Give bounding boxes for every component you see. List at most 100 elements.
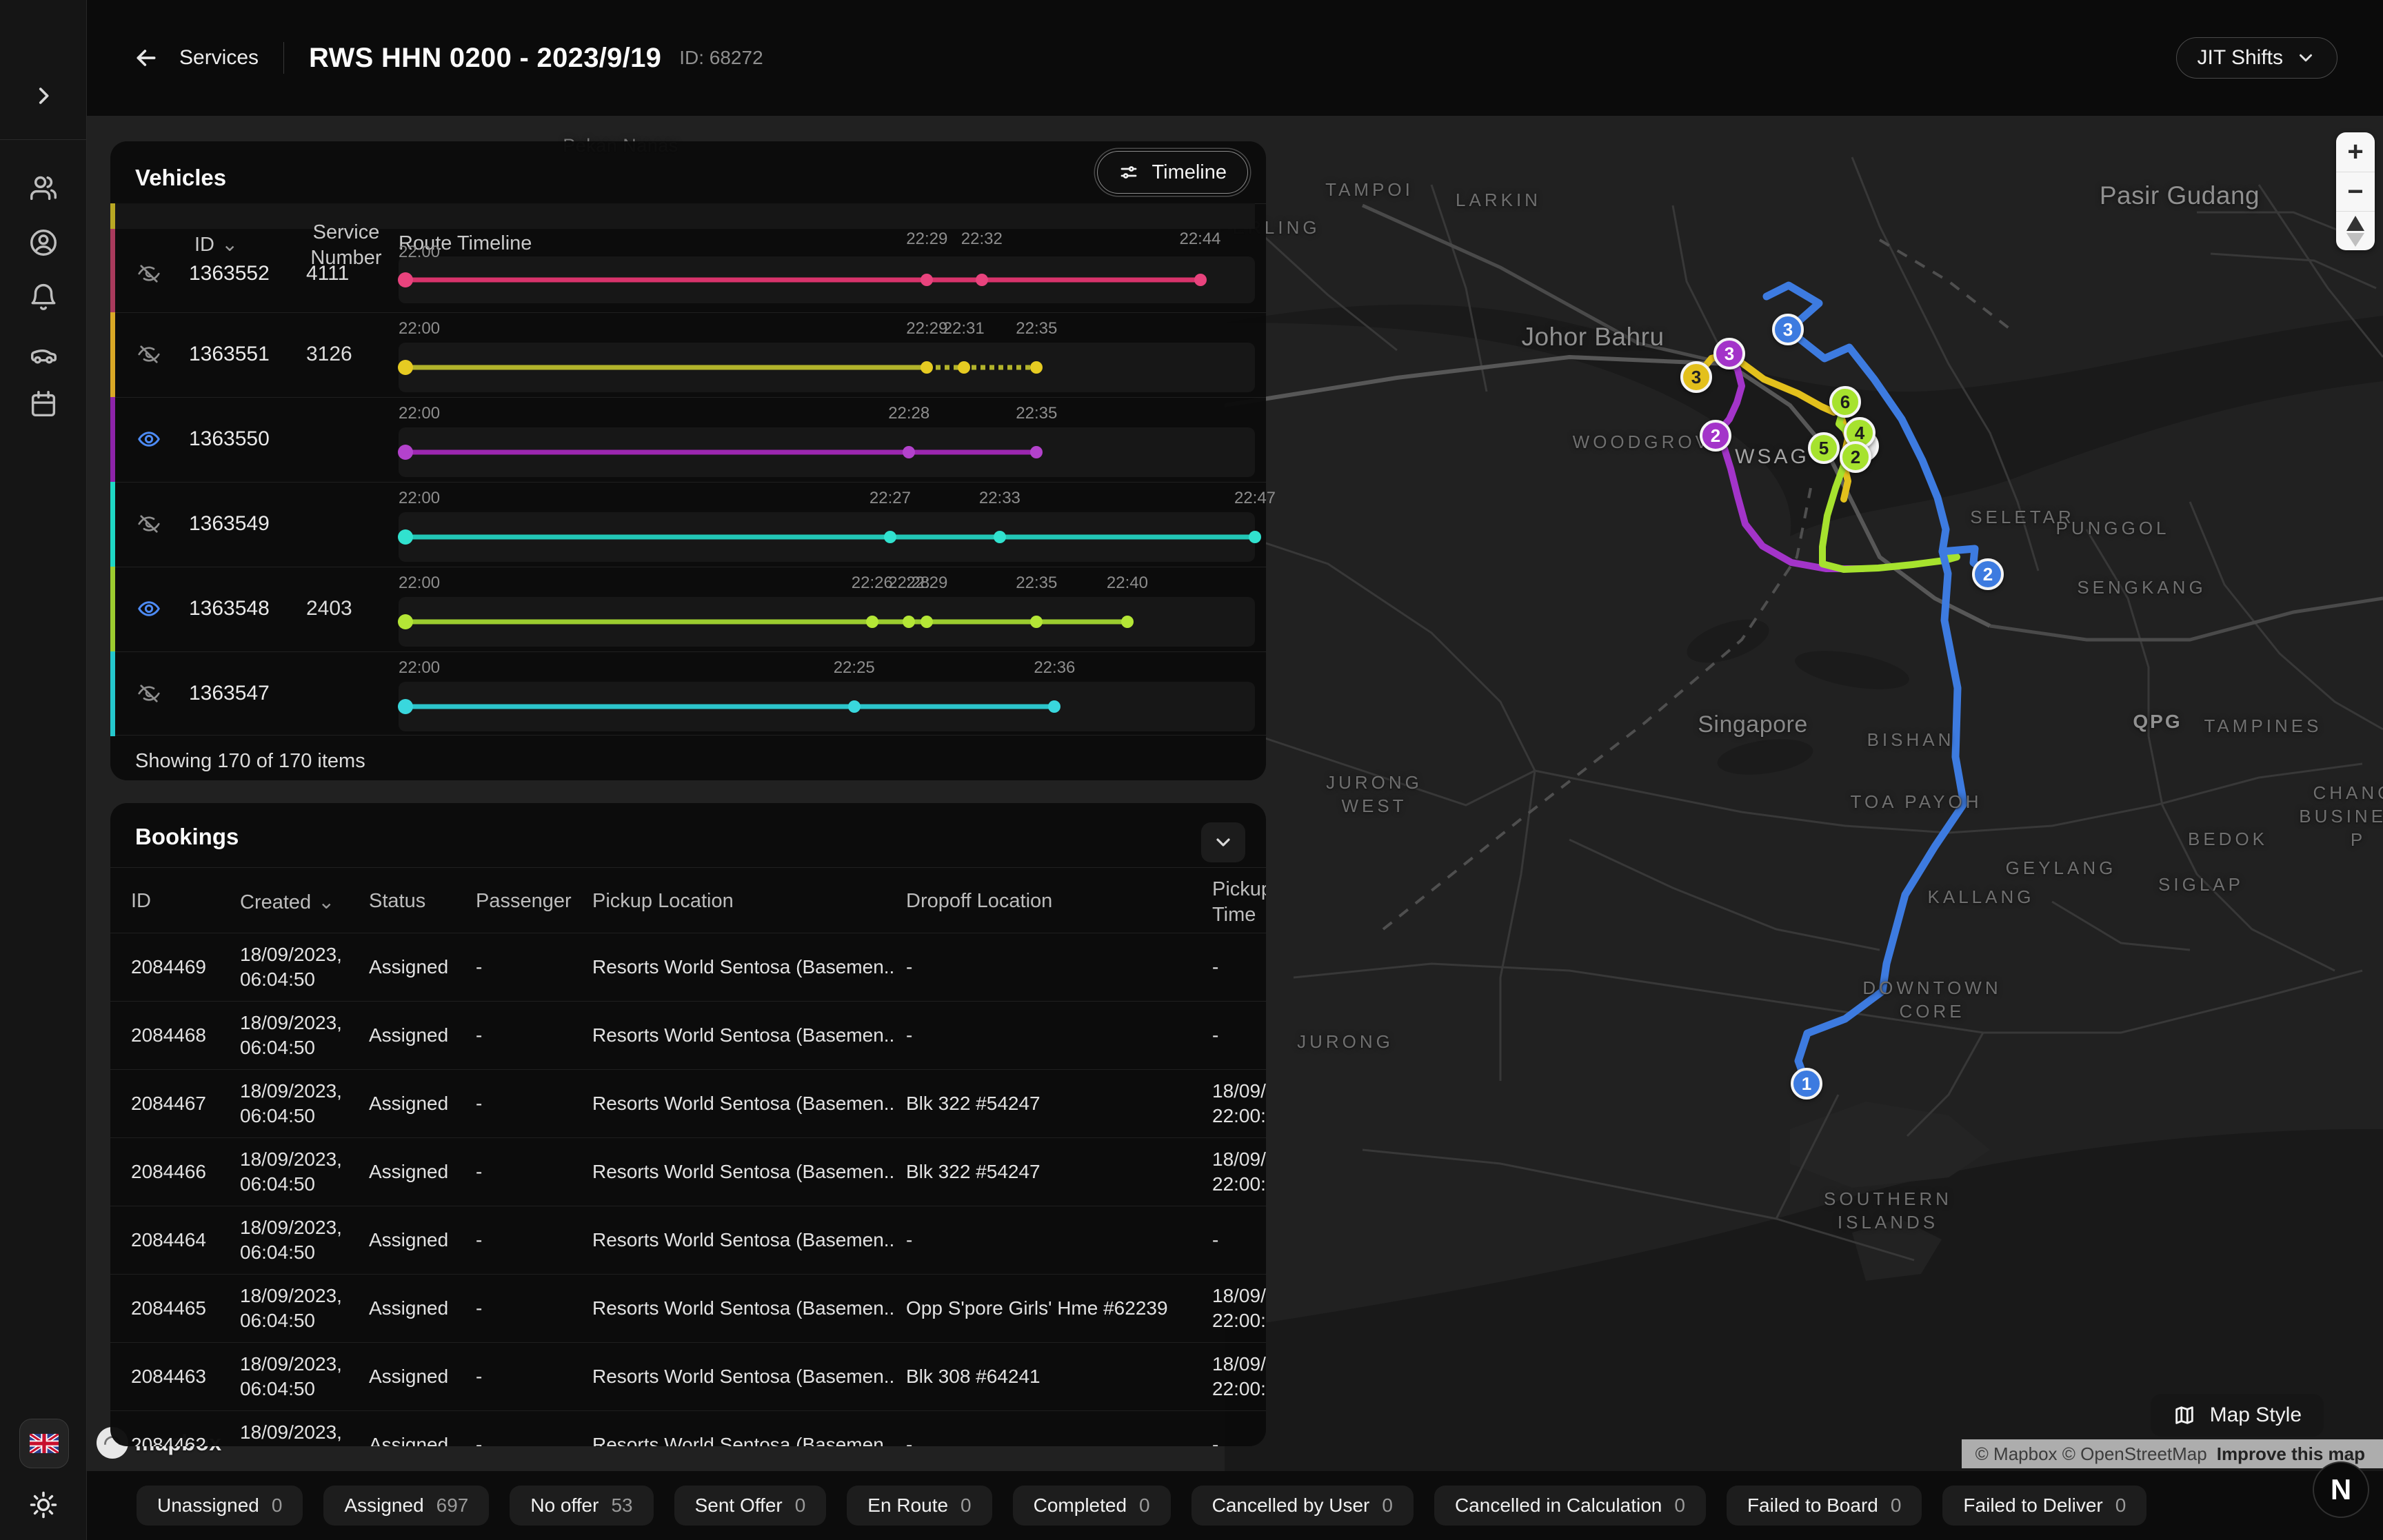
timeline-stop-dot[interactable] (903, 616, 915, 628)
map-style-button[interactable]: Map Style (2151, 1394, 2324, 1437)
timeline-stop-dot[interactable] (1030, 446, 1043, 458)
timeline-view-toggle[interactable]: Timeline (1097, 151, 1248, 194)
back-button[interactable] (132, 44, 160, 72)
timeline-stop-dot[interactable] (921, 361, 933, 374)
timeline-stop-dot[interactable] (866, 616, 878, 628)
status-pill-en-route[interactable]: En Route0 (847, 1486, 992, 1526)
booking-row[interactable]: 2084468Assigned-Resorts World Sentosa (B… (110, 1001, 1266, 1069)
nextjs-dev-badge[interactable]: N (2313, 1461, 2369, 1518)
status-pill-failed-to-deliver[interactable]: Failed to Deliver0 (1942, 1486, 2146, 1526)
status-pill-failed-to-board[interactable]: Failed to Board0 (1727, 1486, 1922, 1526)
timeline-stop-dot[interactable] (976, 274, 988, 286)
booking-created: 18/09/2023,06:04:50 (240, 1011, 342, 1060)
route-stop-marker-2[interactable]: 2 (1840, 441, 1871, 473)
booking-row[interactable]: 2084469Assigned-Resorts World Sentosa (B… (110, 933, 1266, 1001)
timeline-time-label: 22:47 (1234, 489, 1276, 508)
booking-row[interactable]: 2084464Assigned-Resorts World Sentosa (B… (110, 1206, 1266, 1274)
booking-row[interactable]: 2084466Assigned-Resorts World Sentosa (B… (110, 1137, 1266, 1206)
booking-row[interactable]: 2084465Assigned-Resorts World Sentosa (B… (110, 1274, 1266, 1342)
route-stop-marker-3[interactable]: 3 (1772, 314, 1804, 345)
route-timeline-track (399, 427, 1255, 477)
zoom-in-button[interactable]: + (2336, 132, 2375, 172)
theme-toggle-button[interactable] (29, 1490, 58, 1519)
visibility-off-toggle[interactable] (134, 678, 164, 709)
route-stop-marker-1[interactable]: 1 (1791, 1068, 1822, 1100)
route-stop-marker-3[interactable]: 3 (1680, 361, 1712, 393)
sidebar-item-calendar[interactable] (28, 388, 59, 420)
bookings-table-header: ID Created⌄ Status Passenger Pickup Loca… (110, 867, 1266, 933)
route-stop-marker-3[interactable]: 3 (1713, 338, 1745, 369)
booking-created: 18/09/2023,06:04:50 (240, 1420, 342, 1446)
timeline-stop-dot[interactable] (1121, 616, 1134, 628)
timeline-stop-dot[interactable] (884, 531, 896, 543)
sidebar-item-users[interactable] (28, 172, 59, 204)
visibility-off-toggle[interactable] (134, 259, 164, 289)
vehicle-row[interactable]: 136355022:0022:2822:35 (110, 397, 1266, 482)
timeline-stop-dot[interactable] (1030, 361, 1043, 374)
timeline-stop-dot[interactable] (398, 614, 413, 629)
timeline-stop-dot[interactable] (1249, 531, 1261, 543)
column-created[interactable]: Created⌄ (240, 890, 334, 914)
status-pill-sent-offer[interactable]: Sent Offer0 (674, 1486, 827, 1526)
timeline-stop-dot[interactable] (958, 361, 970, 374)
status-pill-assigned[interactable]: Assigned697 (323, 1486, 489, 1526)
visibility-on-toggle[interactable] (134, 594, 164, 624)
sidebar-item-car[interactable] (28, 340, 59, 372)
vehicle-route-color (110, 229, 115, 312)
status-pill-cancelled-in-calculation[interactable]: Cancelled in Calculation0 (1434, 1486, 1706, 1526)
booking-status: Assigned (369, 1161, 448, 1183)
timeline-stop-dot[interactable] (994, 531, 1006, 543)
sidebar-item-bell[interactable] (28, 282, 59, 314)
timeline-stop-dot[interactable] (398, 699, 413, 714)
eye-off-icon (137, 511, 161, 536)
timeline-stop-dot[interactable] (921, 274, 933, 286)
booking-created: 18/09/2023,06:04:50 (240, 1284, 342, 1333)
compass-button[interactable] (2336, 211, 2375, 250)
timeline-stop-dot[interactable] (848, 700, 861, 713)
visibility-off-toggle[interactable] (134, 509, 164, 539)
vehicle-row[interactable]: 136354722:0022:2522:36 (110, 651, 1266, 736)
bookings-collapse-button[interactable] (1201, 822, 1245, 862)
status-pill-no-offer[interactable]: No offer53 (510, 1486, 653, 1526)
vehicle-row[interactable]: 1363548240322:0022:2622:2822:2922:3522:4… (110, 567, 1266, 651)
timeline-stop-dot[interactable] (921, 616, 933, 628)
booking-row[interactable]: 2084463Assigned-Resorts World Sentosa (B… (110, 1342, 1266, 1410)
vehicle-id: 1363547 (189, 682, 270, 705)
visibility-toggle-partial[interactable] (134, 222, 164, 252)
visibility-on-toggle[interactable] (134, 424, 164, 454)
jit-shifts-dropdown[interactable]: JIT Shifts (2176, 37, 2337, 79)
vehicle-row[interactable]: 136354922:0022:2722:3322:47 (110, 482, 1266, 567)
column-id[interactable]: ID⌄ (194, 232, 238, 256)
breadcrumb[interactable]: Services (179, 46, 259, 70)
status-pill-cancelled-by-user[interactable]: Cancelled by User0 (1192, 1486, 1414, 1526)
timeline-stop-dot[interactable] (1194, 274, 1207, 286)
route-stop-marker-2[interactable]: 2 (1700, 420, 1731, 452)
zoom-out-button[interactable]: − (2336, 172, 2375, 211)
status-pill-label: Assigned (344, 1495, 423, 1517)
status-pill-completed[interactable]: Completed0 (1013, 1486, 1171, 1526)
timeline-stop-dot[interactable] (398, 529, 413, 545)
route-stop-marker-2[interactable]: 2 (1972, 558, 2004, 590)
timeline-stop-dot[interactable] (903, 446, 915, 458)
vehicle-row[interactable]: 1363551312622:0022:2922:3122:35 (110, 312, 1266, 397)
language-button[interactable] (19, 1419, 69, 1468)
sidebar-expand-button[interactable] (32, 84, 55, 108)
map-place-label: TAMPOI (1325, 178, 1414, 201)
timeline-stop-dot[interactable] (398, 360, 413, 375)
timeline-time-label: 22:44 (1179, 230, 1220, 249)
timeline-stop-dot[interactable] (398, 272, 413, 287)
booking-row[interactable]: 2084467Assigned-Resorts World Sentosa (B… (110, 1069, 1266, 1137)
route-stop-marker-6[interactable]: 6 (1829, 386, 1861, 418)
timeline-stop-dot[interactable] (1030, 616, 1043, 628)
route-stop-marker-5[interactable]: 5 (1808, 432, 1840, 464)
booking-row[interactable]: 2084462Assigned-Resorts World Sentosa (B… (110, 1410, 1266, 1446)
booking-pickup: Resorts World Sentosa (Basemen... (592, 956, 896, 978)
sidebar-item-user-circle[interactable] (28, 227, 59, 259)
timeline-stop-dot[interactable] (398, 445, 413, 460)
status-pill-unassigned[interactable]: Unassigned0 (137, 1486, 303, 1526)
visibility-off-toggle[interactable] (134, 339, 164, 369)
status-pill-label: Failed to Deliver (1963, 1495, 2102, 1517)
map-place-label: JURONG (1297, 1030, 1394, 1053)
route-timeline-track (399, 597, 1255, 647)
timeline-stop-dot[interactable] (1048, 700, 1060, 713)
